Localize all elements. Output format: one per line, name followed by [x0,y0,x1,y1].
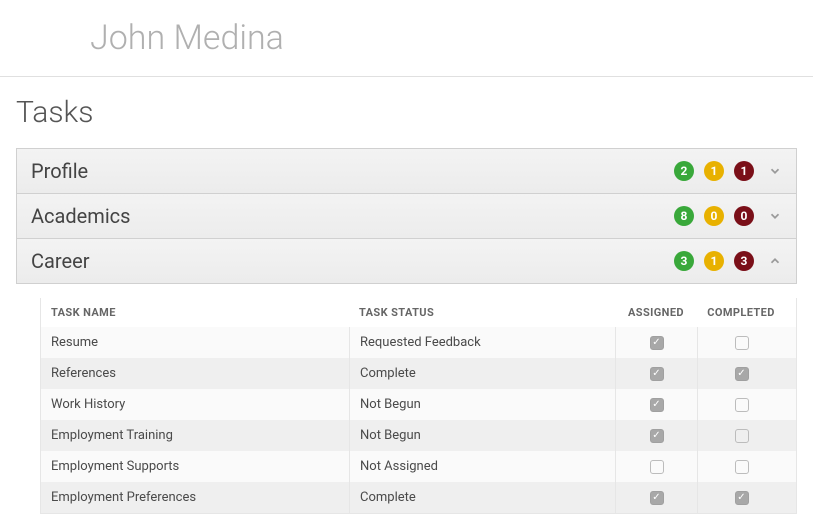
assigned-checkbox[interactable] [650,336,664,350]
completed-checkbox[interactable] [735,367,749,381]
chevron-up-icon [768,254,782,268]
assigned-checkbox[interactable] [650,398,664,412]
accordion-title: Profile [31,159,674,183]
assigned-checkbox[interactable] [650,491,664,505]
accordion-profile: Profile 2 1 1 [16,148,797,194]
badge-green: 8 [674,206,694,226]
status-badges: 3 1 3 [674,251,754,271]
accordion-career: Career 3 1 3 [16,238,797,284]
task-status: Not Begun [349,420,615,451]
table-row: Employment Supports Not Assigned [41,451,796,482]
assigned-checkbox[interactable] [650,429,664,443]
task-name: Resume [41,327,349,358]
task-name: Employment Training [41,420,349,451]
accordion-title: Academics [31,204,674,228]
task-name: References [41,358,349,389]
task-status: Not Assigned [349,451,615,482]
page-title: John Medina [0,0,813,76]
badge-green: 3 [674,251,694,271]
assigned-checkbox[interactable] [650,460,664,474]
task-status: Complete [349,358,615,389]
completed-checkbox[interactable] [735,460,749,474]
completed-checkbox[interactable] [735,491,749,505]
col-header-assigned: ASSIGNED [615,298,697,327]
completed-checkbox[interactable] [735,336,749,350]
table-header-row: TASK NAME TASK STATUS ASSIGNED COMPLETED [41,298,796,327]
accordion-academics: Academics 8 0 0 [16,193,797,239]
accordion-header-academics[interactable]: Academics 8 0 0 [17,194,796,238]
table-row: Employment Preferences Complete [41,482,796,513]
badge-green: 2 [674,161,694,181]
badge-amber: 1 [704,161,724,181]
task-status: Requested Feedback [349,327,615,358]
table-row: References Complete [41,358,796,389]
table-row: Employment Training Not Begun [41,420,796,451]
badge-amber: 0 [704,206,724,226]
accordion-header-profile[interactable]: Profile 2 1 1 [17,149,796,193]
completed-checkbox[interactable] [735,398,749,412]
completed-checkbox[interactable] [735,429,749,443]
task-name: Work History [41,389,349,420]
col-header-name: TASK NAME [41,298,349,327]
table-row: Resume Requested Feedback [41,327,796,358]
table-row: Work History Not Begun [41,389,796,420]
task-status: Not Begun [349,389,615,420]
col-header-status: TASK STATUS [349,298,615,327]
badge-red: 3 [734,251,754,271]
accordion-header-career[interactable]: Career 3 1 3 [17,239,796,283]
col-header-completed: COMPLETED [697,298,785,327]
badge-amber: 1 [704,251,724,271]
assigned-checkbox[interactable] [650,367,664,381]
status-badges: 2 1 1 [674,161,754,181]
badge-red: 0 [734,206,754,226]
chevron-down-icon [768,164,782,178]
chevron-down-icon [768,209,782,223]
task-table: TASK NAME TASK STATUS ASSIGNED COMPLETED… [40,298,797,514]
task-name: Employment Preferences [41,482,349,513]
accordion-title: Career [31,249,674,273]
badge-red: 1 [734,161,754,181]
task-name: Employment Supports [41,451,349,482]
section-heading-tasks: Tasks [16,95,797,130]
status-badges: 8 0 0 [674,206,754,226]
task-status: Complete [349,482,615,513]
